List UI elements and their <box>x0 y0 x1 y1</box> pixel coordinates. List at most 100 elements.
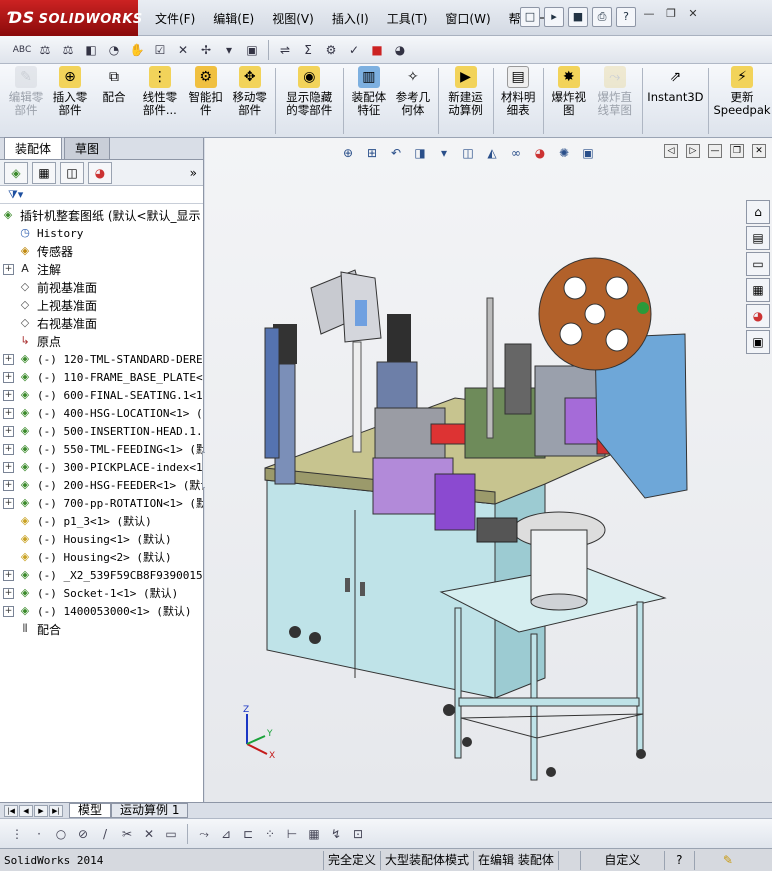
assembly-model-view[interactable]: Z X Y <box>205 138 772 802</box>
tree-item[interactable]: ◇ 上视基准面 <box>0 296 203 314</box>
tree-item[interactable]: + ◈ (-) 550-TML-FEEDING<1> (默认 <box>0 440 203 458</box>
explode-line-sketch-button[interactable]: ⤳ 爆炸直线草图 <box>591 64 639 137</box>
expand-toggle-icon[interactable]: + <box>3 461 14 473</box>
mate-button[interactable]: ⧉ 配合 <box>92 64 136 137</box>
tree-item[interactable]: ◈ (-) p1_3<1> (默认) <box>0 512 203 530</box>
close-button[interactable]: ✕ <box>684 7 702 23</box>
property-manager-icon[interactable]: ▦ <box>32 161 56 184</box>
update-speedpak-button[interactable]: ⚡ 更新Speedpak <box>712 64 772 137</box>
tree-item[interactable]: + ◈ (-) _X2_539F59CB8F9390015E2 <box>0 566 203 584</box>
last-tab-icon[interactable]: ▶| <box>49 804 63 817</box>
configuration-manager-icon[interactable]: ◫ <box>60 161 84 184</box>
dimension-icon[interactable]: ⊢ <box>283 825 301 843</box>
circle-icon[interactable]: ○ <box>52 825 70 843</box>
display-manager-icon[interactable]: ◕ <box>88 161 112 184</box>
tree-item[interactable]: + ◈ (-) 1400053000<1> (默认) <box>0 602 203 620</box>
feature-manager-icon[interactable]: ◈ <box>4 161 28 184</box>
expand-toggle-icon[interactable]: + <box>3 407 14 419</box>
expand-toggle-icon[interactable]: + <box>3 605 14 617</box>
tree-item[interactable]: + A 注解 <box>0 260 203 278</box>
tree-item[interactable]: ◷ History <box>0 224 203 242</box>
tree-item[interactable]: ◈ 传感器 <box>0 242 203 260</box>
hole-align-icon[interactable]: ✕ <box>173 40 193 60</box>
open-folder-icon[interactable]: ▸ <box>544 7 564 27</box>
help-icon[interactable]: ? <box>616 7 636 27</box>
exploded-view-button[interactable]: ✸ 爆炸视图 <box>547 64 591 137</box>
expand-toggle-icon[interactable]: + <box>3 371 14 383</box>
custom-properties-icon[interactable]: ▣ <box>746 330 770 354</box>
save-icon[interactable]: ■ <box>568 7 588 27</box>
dropdown-icon[interactable]: ▾ <box>219 40 239 60</box>
material-icon[interactable]: ■ <box>367 40 387 60</box>
check-icon[interactable]: ☑ <box>150 40 170 60</box>
rebuild-icon[interactable]: ✎ <box>695 851 737 870</box>
next-tab-icon[interactable]: ▶ <box>34 804 48 817</box>
tree-item[interactable]: + ◈ (-) Socket-1<1> (默认) <box>0 584 203 602</box>
extend-icon[interactable]: ✕ <box>140 825 158 843</box>
edit-component-button[interactable]: ✎ 编辑零部件 <box>4 64 48 137</box>
trim-icon[interactable]: ✂ <box>118 825 136 843</box>
new-document-icon[interactable]: □ <box>520 7 540 27</box>
line-icon[interactable]: / <box>96 825 114 843</box>
tab-sketch[interactable]: 草图 <box>64 137 111 159</box>
show-hidden-components-button[interactable]: ◉ 显示隐藏的零部件 <box>278 64 340 137</box>
expand-panel-icon[interactable]: » <box>190 166 197 180</box>
interference-icon[interactable]: ✋ <box>127 40 147 60</box>
validate-icon[interactable]: ✓ <box>344 40 364 60</box>
print-icon[interactable]: ⎙ <box>592 7 612 27</box>
expand-toggle-icon[interactable]: + <box>3 263 14 275</box>
tree-item[interactable]: + ◈ (-) 300-PICKPLACE-index<1> <box>0 458 203 476</box>
offset-icon[interactable]: ⊿ <box>217 825 235 843</box>
tree-item[interactable]: ◈ (-) Housing<1> (默认) <box>0 530 203 548</box>
simulation-icon[interactable]: ⚙ <box>321 40 341 60</box>
units-selector[interactable]: 自定义 <box>581 850 665 870</box>
graphics-area[interactable]: ⊕ ⊞ ↶ ◨ ▾ ◫ ◭ ∞ ◕ ✺ ▣ ◁ ▷ — ❐ ✕ Z X Y ⌂ … <box>205 138 772 802</box>
new-motion-study-button[interactable]: ▶ 新建运动算例 <box>442 64 490 137</box>
menu-window[interactable]: 窗口(W) <box>436 8 499 28</box>
tree-item[interactable]: + ◈ (-) 500-INSERTION-HEAD.1.1< <box>0 422 203 440</box>
expand-toggle-icon[interactable]: + <box>3 353 14 365</box>
restore-button[interactable]: ❐ <box>662 7 680 23</box>
menu-tools[interactable]: 工具(T) <box>378 8 437 28</box>
repair-icon[interactable]: ↯ <box>327 825 345 843</box>
mass-properties-icon[interactable]: ⚖ <box>58 40 78 60</box>
appearance-icon[interactable]: ◕ <box>390 40 410 60</box>
performance-icon[interactable]: ◔ <box>104 40 124 60</box>
menu-view[interactable]: 视图(V) <box>263 8 323 28</box>
measure-icon[interactable]: ⚖ <box>35 40 55 60</box>
minimize-button[interactable]: — <box>640 7 658 23</box>
tree-item[interactable]: ◇ 前视基准面 <box>0 278 203 296</box>
solidworks-logo[interactable]: ƊS SOLIDWORKS <box>0 0 142 36</box>
menu-insert[interactable]: 插入(I) <box>323 8 378 28</box>
equations-icon[interactable]: Σ <box>298 40 318 60</box>
view-palette-icon[interactable]: ▦ <box>746 278 770 302</box>
first-tab-icon[interactable]: |◀ <box>4 804 18 817</box>
prev-tab-icon[interactable]: ◀ <box>19 804 33 817</box>
tab-model[interactable]: 模型 <box>69 803 112 818</box>
design-checker-icon[interactable]: ▣ <box>242 40 262 60</box>
smart-fasteners-button[interactable]: ⚙ 智能扣件 <box>184 64 228 137</box>
tree-item[interactable]: + ◈ (-) 110-FRAME_BASE_PLATE<1> <box>0 368 203 386</box>
menu-edit[interactable]: 编辑(E) <box>204 8 263 28</box>
expand-toggle-icon[interactable]: + <box>3 587 14 599</box>
tree-item[interactable]: + ◈ (-) 400-HSG-LOCATION<1> (默 <box>0 404 203 422</box>
symmetry-icon[interactable]: ⇌ <box>275 40 295 60</box>
point-icon[interactable]: · <box>30 825 48 843</box>
filter-icon[interactable]: ⧩▾ <box>8 188 23 202</box>
reference-geometry-button[interactable]: ✧ 参考几何体 <box>391 64 435 137</box>
clearance-icon[interactable]: ✢ <box>196 40 216 60</box>
tree-item[interactable]: + ◈ (-) 600-FINAL-SEATING.1<1> <box>0 386 203 404</box>
tree-item[interactable]: ⫴ 配合 <box>0 620 203 638</box>
insert-component-button[interactable]: ⊕ 插入零部件 <box>48 64 92 137</box>
expand-toggle-icon[interactable]: + <box>3 497 14 509</box>
assembly-features-button[interactable]: ▥ 装配体特征 <box>347 64 391 137</box>
mirror-icon[interactable]: ⊏ <box>239 825 257 843</box>
tree-root[interactable]: ◈ 插针机整套图纸 (默认<默认_显示 <box>0 206 203 224</box>
quick-snap-icon[interactable]: ⊡ <box>349 825 367 843</box>
tab-assembly[interactable]: 装配体 <box>4 137 63 159</box>
design-library-icon[interactable]: ▤ <box>746 226 770 250</box>
tree-item[interactable]: ◇ 右视基准面 <box>0 314 203 332</box>
expand-toggle-icon[interactable]: + <box>3 389 14 401</box>
home-icon[interactable]: ⌂ <box>746 200 770 224</box>
center-line-icon[interactable]: ⊘ <box>74 825 92 843</box>
